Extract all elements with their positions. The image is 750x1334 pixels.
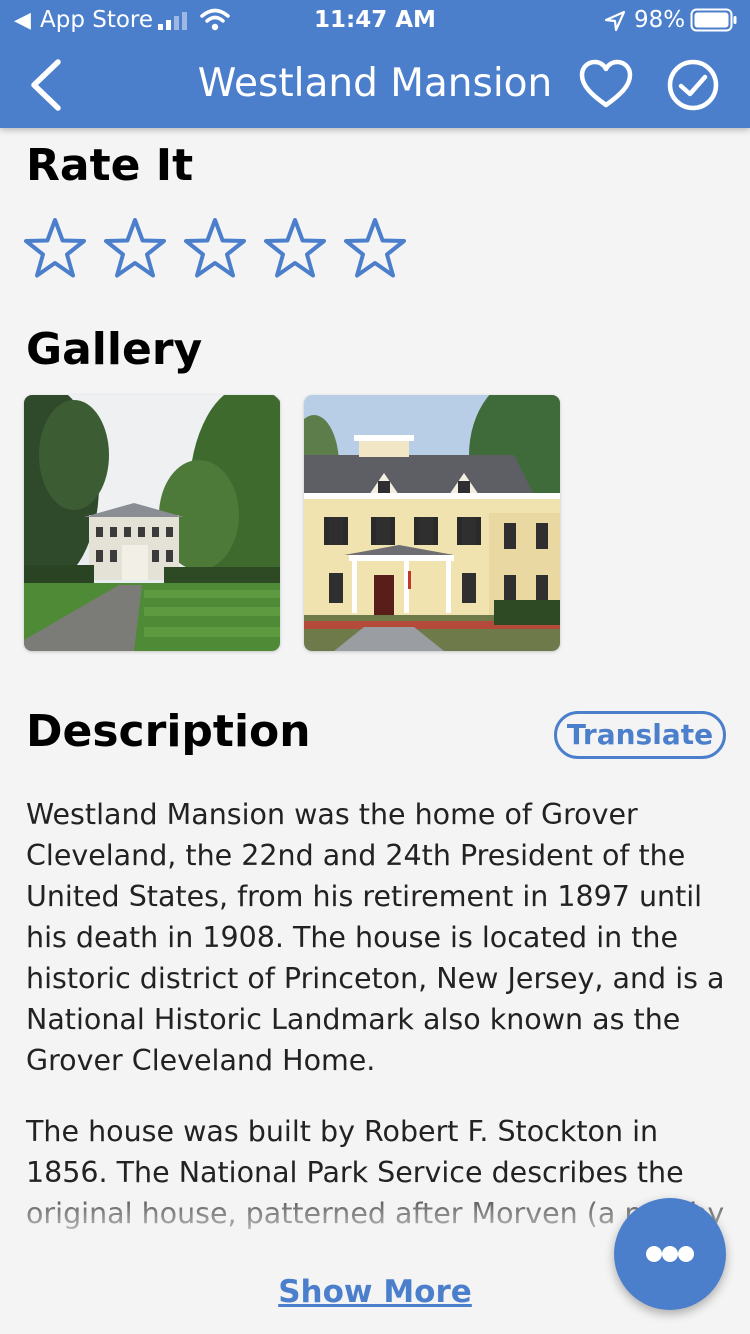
status-bar: ◀ App Store 11:47 AM 98% bbox=[0, 0, 750, 42]
description-clip: Westland Mansion was the home of Grover … bbox=[0, 0, 750, 1232]
more-dots-icon bbox=[662, 1246, 678, 1262]
heart-icon[interactable] bbox=[578, 58, 634, 110]
location-arrow-icon bbox=[604, 10, 626, 32]
check-circle-icon[interactable] bbox=[666, 58, 720, 112]
description-body: Westland Mansion was the home of Grover … bbox=[26, 794, 726, 1232]
battery-icon bbox=[690, 8, 737, 32]
more-dots-icon bbox=[646, 1246, 662, 1262]
more-actions-button[interactable] bbox=[614, 1198, 726, 1310]
more-dots-icon bbox=[678, 1246, 694, 1262]
page-title: Westland Mansion bbox=[197, 61, 553, 106]
battery-percent: 98% bbox=[634, 7, 686, 33]
description-paragraph-1: Westland Mansion was the home of Grover … bbox=[26, 798, 725, 1077]
app-header: ◀ App Store 11:47 AM 98% Westland Mansio… bbox=[0, 0, 750, 128]
back-chevron-icon[interactable] bbox=[24, 56, 74, 114]
